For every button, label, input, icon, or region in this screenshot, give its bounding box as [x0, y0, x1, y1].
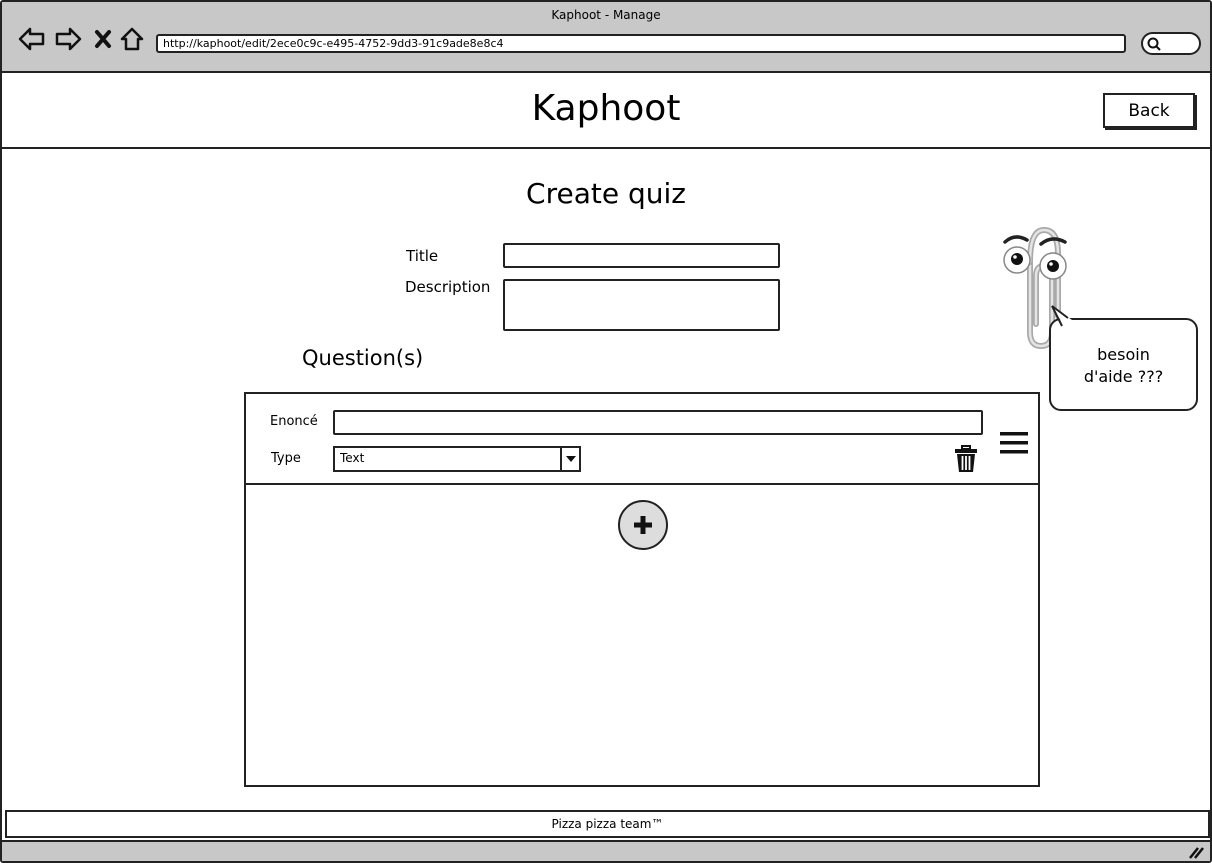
address-bar[interactable]: http://kaphoot/edit/2ece0c9c-e495-4752-9… [156, 34, 1126, 53]
help-bubble-line1: besoin [1097, 345, 1150, 364]
close-icon[interactable] [88, 24, 118, 54]
browser-chrome: Kaphoot - Manage http://kaphoot/edit/2ec… [2, 2, 1210, 73]
question-item: Enoncé Type Text [246, 394, 1038, 485]
resize-grip-icon[interactable] [1188, 845, 1204, 859]
window-title: Kaphoot - Manage [551, 8, 661, 22]
help-bubble: besoin d'aide ??? [1049, 318, 1198, 411]
questions-heading: Question(s) [302, 346, 424, 370]
description-field[interactable] [503, 279, 780, 331]
help-bubble-line2: d'aide ??? [1083, 367, 1164, 386]
statement-label: Enoncé [270, 414, 318, 429]
home-icon[interactable] [117, 24, 147, 54]
footer: Pizza pizza team™ [5, 810, 1210, 838]
statement-field[interactable] [333, 410, 983, 435]
browser-search[interactable] [1141, 32, 1201, 55]
type-select[interactable]: Text [333, 446, 581, 472]
add-question-button[interactable] [618, 500, 668, 550]
type-select-value: Text [340, 451, 365, 465]
status-bar [2, 840, 1210, 861]
title-label: Title [406, 247, 439, 265]
bubble-tail [1051, 305, 1072, 327]
plus-icon [634, 516, 652, 534]
back-button[interactable]: Back [1103, 93, 1195, 128]
chevron-down-icon [560, 448, 579, 470]
trash-icon[interactable] [952, 444, 980, 474]
title-field[interactable] [503, 243, 780, 268]
page-title: Create quiz [526, 177, 686, 210]
description-label: Description [405, 278, 491, 296]
app-header: Kaphoot Back [2, 75, 1210, 149]
browser-window: Kaphoot - Manage http://kaphoot/edit/2ec… [0, 0, 1212, 863]
search-icon [1147, 37, 1161, 51]
arrow-right-icon[interactable] [53, 24, 83, 54]
arrow-left-icon[interactable] [17, 24, 47, 54]
questions-panel: Enoncé Type Text [244, 392, 1040, 787]
type-label: Type [271, 451, 301, 466]
app-brand: Kaphoot [531, 88, 681, 129]
menu-icon[interactable] [999, 430, 1029, 456]
